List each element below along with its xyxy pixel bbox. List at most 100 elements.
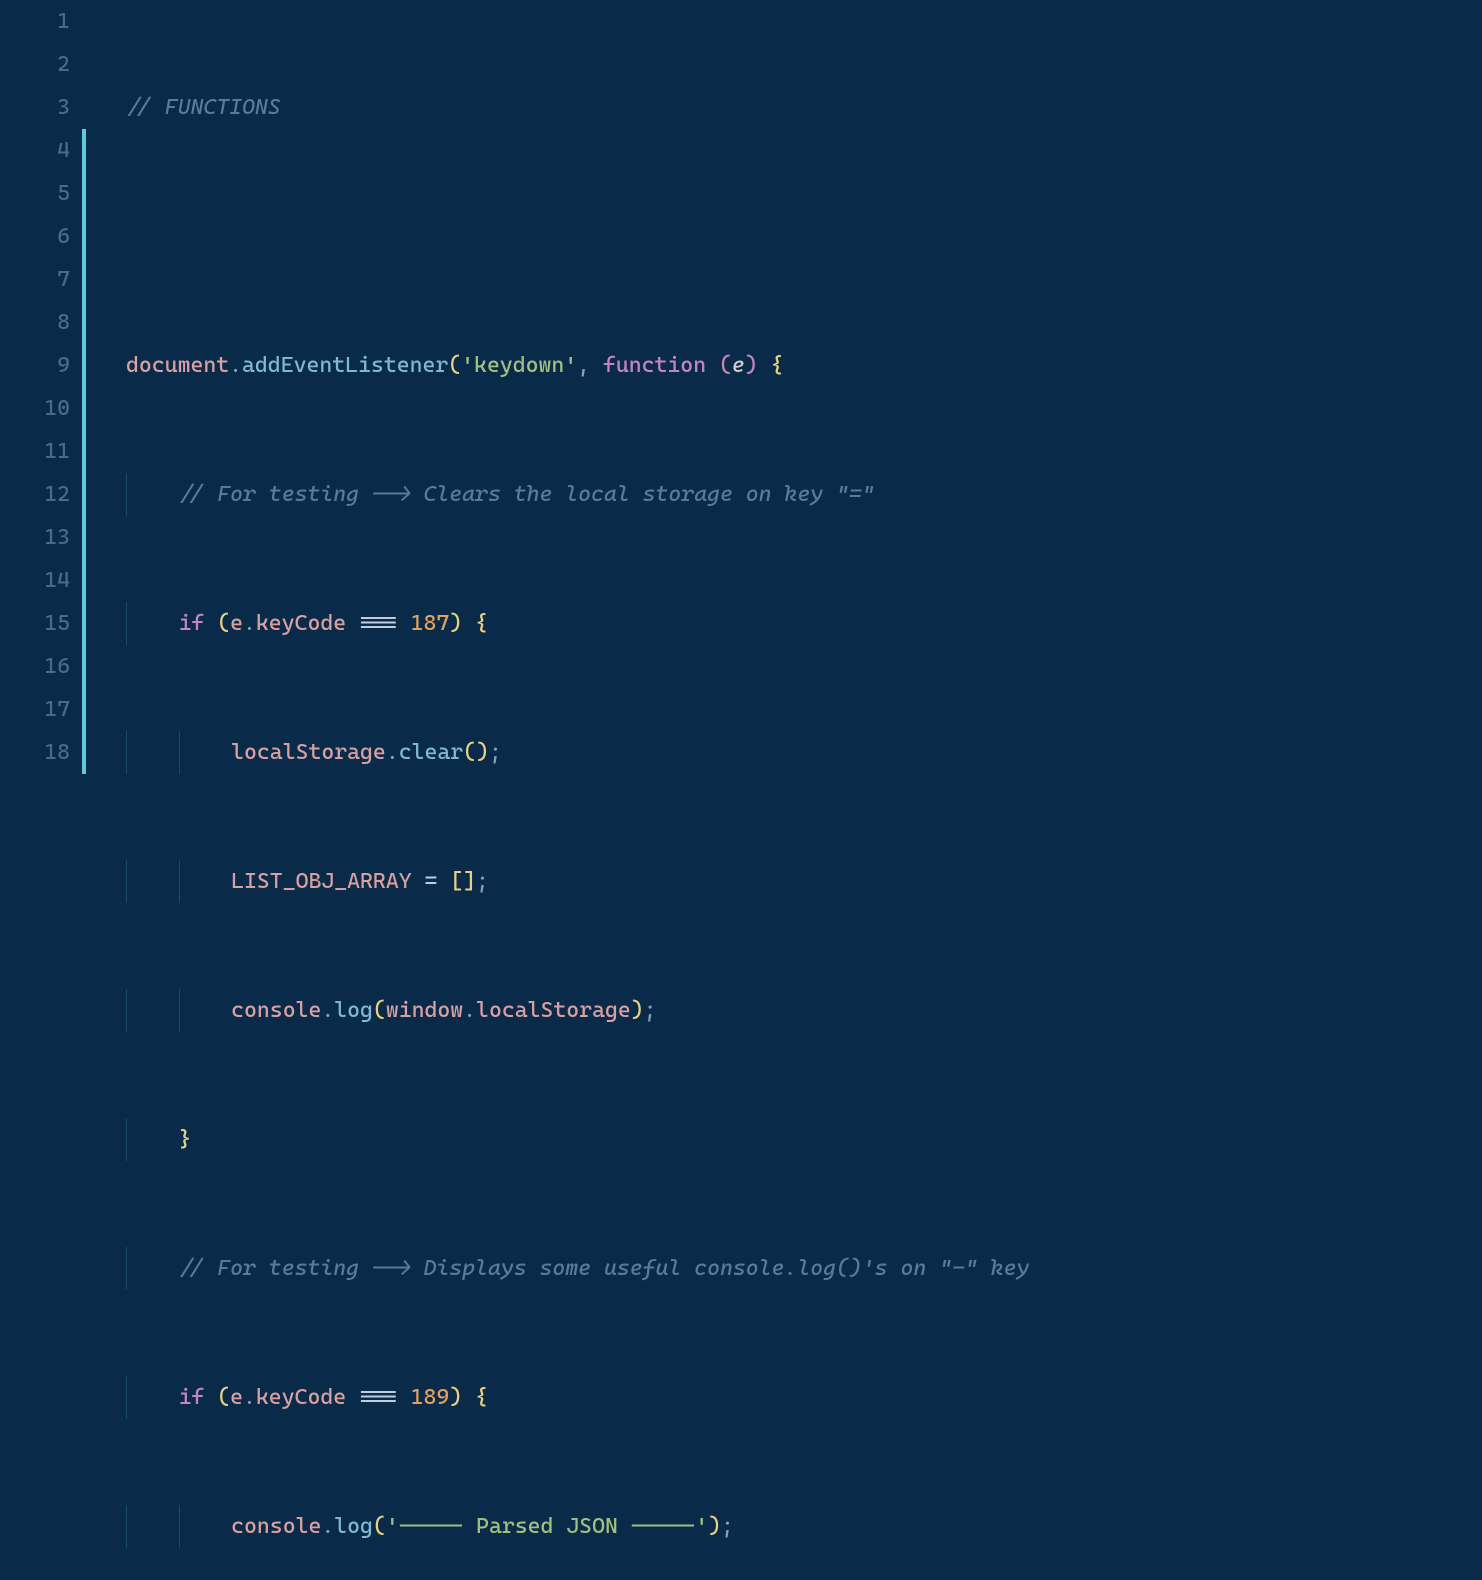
- comma-token: ,: [577, 353, 603, 378]
- comment-token: // FUNCTIONS: [126, 95, 281, 120]
- line-number: 3: [0, 86, 70, 129]
- operator-token: ===: [359, 1385, 398, 1410]
- identifier-token: console: [231, 998, 321, 1023]
- identifier-token: e: [230, 611, 243, 636]
- line-number: 14: [0, 559, 70, 602]
- keyword-token: if: [179, 611, 218, 636]
- space-token: [437, 869, 450, 894]
- code-editor[interactable]: 1 2 3 4 5 6 7 8 9 10 11 12 13 14 15 16 1…: [0, 0, 1482, 790]
- code-area[interactable]: // FUNCTIONS document.addEventListener('…: [96, 0, 1482, 790]
- number-token: 189: [411, 1385, 450, 1410]
- identifier-token: window: [386, 998, 463, 1023]
- paren-token: ): [476, 740, 489, 765]
- space-token: [398, 1385, 411, 1410]
- code-line[interactable]: // FUNCTIONS: [126, 86, 1482, 129]
- indent-guide: [126, 860, 127, 903]
- keyword-token: function: [603, 353, 719, 378]
- paren-token: ): [449, 1385, 462, 1410]
- indent-guide: [179, 731, 180, 774]
- semicolon-token: ;: [644, 998, 657, 1023]
- paren-token: (: [719, 353, 732, 378]
- function-token: log: [334, 998, 373, 1023]
- identifier-token: e: [230, 1385, 243, 1410]
- brace-token: {: [475, 611, 488, 636]
- line-number: 1: [0, 0, 70, 43]
- identifier-token: localStorage: [231, 740, 386, 765]
- function-token: log: [334, 1514, 373, 1539]
- code-line[interactable]: console.log(window.localStorage);: [126, 989, 1482, 1032]
- line-number: 8: [0, 301, 70, 344]
- paren-token: (: [463, 740, 476, 765]
- dot-token: .: [229, 353, 242, 378]
- identifier-token: console: [231, 1514, 321, 1539]
- indent-guide: [126, 1376, 127, 1419]
- code-line[interactable]: // For testing --> Clears the local stor…: [126, 473, 1482, 516]
- brace-token: }: [179, 1127, 192, 1152]
- dot-token: .: [243, 1385, 256, 1410]
- line-number: 16: [0, 645, 70, 688]
- line-number: 10: [0, 387, 70, 430]
- semicolon-token: ;: [489, 740, 502, 765]
- space-token: [462, 1385, 475, 1410]
- string-token: '----- Parsed JSON -----': [386, 1514, 708, 1539]
- semicolon-token: ;: [721, 1514, 734, 1539]
- comment-token: // For testing --> Displays some useful …: [179, 1256, 1030, 1281]
- code-line[interactable]: LIST_OBJ_ARRAY = [];: [126, 860, 1482, 903]
- function-token: addEventListener: [242, 353, 448, 378]
- dot-token: .: [321, 1514, 334, 1539]
- dot-token: .: [243, 611, 256, 636]
- bracket-token: [: [450, 869, 463, 894]
- property-token: localStorage: [476, 998, 631, 1023]
- line-number: 15: [0, 602, 70, 645]
- keyword-token: if: [179, 1385, 218, 1410]
- line-number: 2: [0, 43, 70, 86]
- line-number: 18: [0, 731, 70, 774]
- dot-token: .: [321, 998, 334, 1023]
- code-line[interactable]: localStorage.clear();: [126, 731, 1482, 774]
- brace-token: {: [771, 353, 784, 378]
- paren-token: ): [745, 353, 758, 378]
- line-number: 17: [0, 688, 70, 731]
- indent-guide: [126, 1118, 127, 1161]
- paren-token: (: [217, 611, 230, 636]
- comment-token: // For testing --> Clears the local stor…: [179, 482, 875, 507]
- change-indicator-gutter: [82, 0, 96, 790]
- semicolon-token: ;: [476, 869, 489, 894]
- code-line[interactable]: if (e.keyCode === 189) {: [126, 1376, 1482, 1419]
- number-token: 187: [411, 611, 450, 636]
- code-line[interactable]: // For testing --> Displays some useful …: [126, 1247, 1482, 1290]
- line-number-gutter: 1 2 3 4 5 6 7 8 9 10 11 12 13 14 15 16 1…: [0, 0, 82, 790]
- string-token: 'keydown': [461, 353, 577, 378]
- line-number: 9: [0, 344, 70, 387]
- function-token: clear: [399, 740, 463, 765]
- operator-token: =: [424, 869, 437, 894]
- property-token: keyCode: [256, 611, 346, 636]
- code-line[interactable]: }: [126, 1118, 1482, 1161]
- paren-token: (: [448, 353, 461, 378]
- paren-token: ): [449, 611, 462, 636]
- code-line[interactable]: console.log('----- Parsed JSON -----');: [126, 1505, 1482, 1548]
- code-line[interactable]: [126, 215, 1482, 258]
- paren-token: ): [708, 1514, 721, 1539]
- indent-guide: [179, 1505, 180, 1548]
- indent-guide: [126, 1505, 127, 1548]
- brace-token: {: [475, 1385, 488, 1410]
- indent-guide: [126, 989, 127, 1032]
- line-number: 11: [0, 430, 70, 473]
- space-token: [398, 611, 411, 636]
- paren-token: (: [373, 998, 386, 1023]
- code-line[interactable]: if (e.keyCode === 187) {: [126, 602, 1482, 645]
- space-token: [412, 869, 425, 894]
- indent-guide: [126, 731, 127, 774]
- space-token: [346, 1385, 359, 1410]
- line-number: 12: [0, 473, 70, 516]
- operator-token: ===: [359, 611, 398, 636]
- indent-guide: [179, 860, 180, 903]
- code-line[interactable]: document.addEventListener('keydown', fun…: [126, 344, 1482, 387]
- indent-guide: [126, 1247, 127, 1290]
- paren-token: ): [631, 998, 644, 1023]
- dot-token: .: [386, 740, 399, 765]
- line-number: 5: [0, 172, 70, 215]
- indent-guide: [126, 473, 127, 516]
- property-token: keyCode: [256, 1385, 346, 1410]
